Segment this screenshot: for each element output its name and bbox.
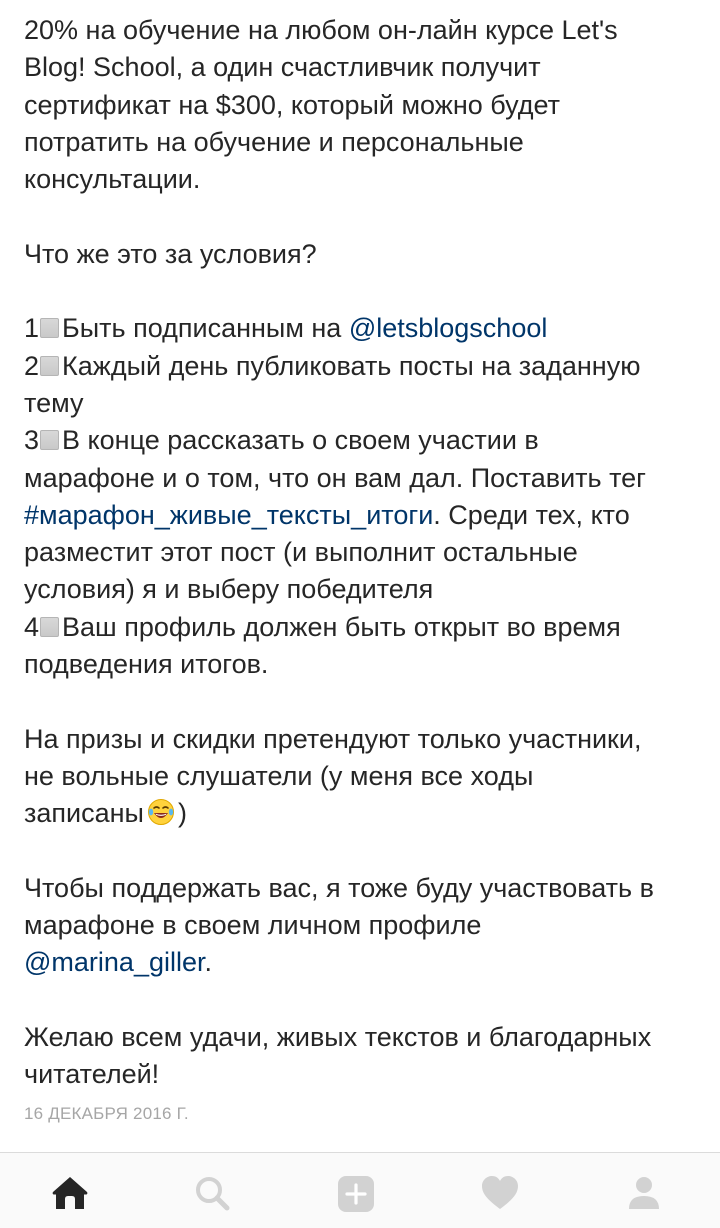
caption-line: консультации. [24,164,201,195]
caption-line: потратить на обучение и персональные [24,126,524,157]
caption-text: . [204,947,212,978]
condition-item-4: 4 Ваш профиль должен быть открыт во время [24,609,704,646]
condition-number: 3 [24,425,40,456]
checkbox-emoji-icon [40,318,60,339]
caption-line: записаны ) [24,795,704,832]
caption-text: записаны [24,798,144,829]
laughing-tears-emoji-icon [147,799,174,826]
checkbox-emoji-icon [40,355,60,376]
nav-home-button[interactable] [42,1173,98,1225]
search-icon [196,1177,230,1211]
caption-text: . Среди тех, кто [433,499,630,530]
caption-line: сертификат на $300, который можно будет [24,89,560,120]
nav-search-button[interactable] [184,1173,240,1225]
caption-line: марафоне и о том, что он вам дал. Постав… [24,462,647,493]
checkbox-emoji-icon [40,616,60,637]
hashtag-link[interactable]: #марафон_живые_тексты_итоги [24,500,433,530]
bottom-navigation-bar [0,1152,720,1228]
caption-line: @marina_giller. [24,944,704,981]
nav-create-post-button[interactable] [328,1173,384,1225]
caption-line: #марафон_живые_тексты_итоги. Среди тех, … [24,497,704,534]
post-caption: 20% на обучение на любом он-лайн курсе L… [24,12,704,1094]
caption-line: разместит этот пост (и выполнит остальны… [24,537,578,568]
caption-line: Blog! School, а один счастливчик получит [24,52,541,83]
condition-text: Быть подписанным на [62,313,349,344]
condition-item-2: 2 Каждый день публиковать посты на заданн… [24,348,704,385]
caption-line: не вольные слушатели (у меня все ходы [24,760,534,791]
condition-item-1: 1 Быть подписанным на @letsblogschool [24,310,704,347]
caption-line: тему [24,387,84,418]
condition-number: 2 [24,350,40,381]
condition-text: Каждый день публиковать посты на заданну… [62,350,641,381]
mention-link-marina-giller[interactable]: @marina_giller [24,947,204,977]
mention-link-letsblogschool[interactable]: @letsblogschool [349,313,548,343]
caption-line: Чтобы поддержать вас, я тоже буду участв… [24,872,654,903]
caption-line: Желаю всем удачи, живых текстов и благод… [24,1022,652,1053]
nav-activity-button[interactable] [472,1173,528,1225]
profile-icon [629,1177,659,1209]
nav-profile-button[interactable] [616,1173,672,1225]
home-icon [52,1177,88,1209]
plus-square-icon [338,1176,374,1212]
condition-text: Ваш профиль должен быть открыт во время [62,611,621,642]
checkbox-emoji-icon [40,430,60,451]
caption-line: условия) я и выберу победителя [24,574,434,605]
condition-text: В конце рассказать о своем участии в [62,425,539,456]
caption-line: читателей! [24,1059,160,1090]
caption-question: Что же это за условия? [24,238,317,269]
caption-line: марафоне в своем личном профиле [24,910,482,941]
caption-text: ) [177,798,187,829]
caption-line: На призы и скидки претендуют только учас… [24,723,642,754]
caption-line: подведения итогов. [24,649,269,680]
heart-icon [482,1176,518,1209]
condition-number: 1 [24,313,40,344]
condition-item-3: 3 В конце рассказать о своем участии в [24,422,704,459]
post-date: 16 ДЕКАБРЯ 2016 Г. [24,1104,189,1123]
condition-number: 4 [24,611,40,642]
caption-line: 20% на обучение на любом он-лайн курсе L… [24,15,618,45]
